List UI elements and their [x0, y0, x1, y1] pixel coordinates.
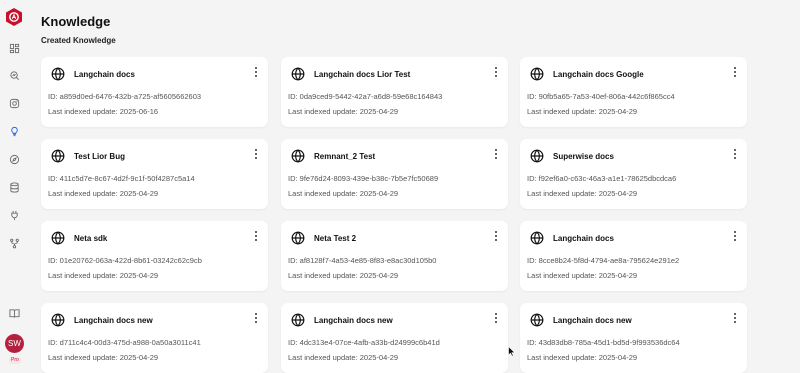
globe-icon	[530, 313, 544, 327]
last-indexed-update: Last indexed update: 2025-04-29	[288, 189, 399, 198]
avatar[interactable]: SW	[5, 334, 24, 353]
main-content: Knowledge Created Knowledge Langchain do…	[28, 0, 800, 373]
more-options-icon[interactable]	[493, 231, 499, 241]
book-icon[interactable]	[7, 306, 21, 320]
app-logo-icon[interactable]	[6, 8, 22, 26]
branch-icon[interactable]	[7, 236, 21, 250]
knowledge-name: Langchain docs new	[74, 316, 153, 325]
knowledge-id: ID: f92ef6a0-c63c-46a3-a1e1-78625dbcdca6	[527, 174, 677, 183]
globe-icon	[291, 231, 305, 245]
globe-icon	[530, 67, 544, 81]
knowledge-card[interactable]: Langchain docs new ID: 4dc313e4-07ce-4afb…	[281, 303, 508, 373]
globe-icon	[530, 231, 544, 245]
knowledge-name: Langchain docs	[74, 70, 135, 79]
plug-icon[interactable]	[7, 208, 21, 222]
last-indexed-update: Last indexed update: 2025-06-16	[48, 107, 159, 116]
knowledge-name: Neta sdk	[74, 234, 108, 243]
last-indexed-update: Last indexed update: 2025-04-29	[527, 271, 638, 280]
compass-icon[interactable]	[7, 152, 21, 166]
knowledge-name: Langchain docs	[553, 234, 614, 243]
knowledge-id: ID: 43d83db8-785a-45d1-bd5d-9f993536dc64	[527, 338, 680, 347]
last-indexed-update: Last indexed update: 2025-04-29	[288, 353, 399, 362]
knowledge-id: ID: af8128f7-4a53-4e85-8f83-e8ac30d105b0	[288, 256, 437, 265]
knowledge-name: Langchain docs Lior Test	[314, 70, 411, 79]
globe-icon	[51, 231, 65, 245]
mouse-cursor-icon	[508, 346, 516, 357]
last-indexed-update: Last indexed update: 2025-04-29	[527, 107, 638, 116]
last-indexed-update: Last indexed update: 2025-04-29	[527, 353, 638, 362]
plan-badge: Pro	[9, 357, 21, 364]
knowledge-card[interactable]: Langchain docs ID: a859d0ed-6476-432b-a72…	[41, 57, 268, 127]
knowledge-card[interactable]: Test Lior Bug ID: 411c5d7e-8c67-4d2f-9c1f…	[41, 139, 268, 209]
search-chart-icon[interactable]	[7, 68, 21, 82]
more-options-icon[interactable]	[732, 313, 738, 323]
lightbulb-icon[interactable]	[7, 124, 21, 138]
last-indexed-update: Last indexed update: 2025-04-29	[48, 189, 159, 198]
last-indexed-update: Last indexed update: 2025-04-29	[48, 353, 159, 362]
globe-icon	[530, 149, 544, 163]
knowledge-id: ID: 4dc313e4-07ce-4afb-a33b-d24999c6b41d	[288, 338, 440, 347]
last-indexed-update: Last indexed update: 2025-04-29	[527, 189, 638, 198]
knowledge-name: Superwise docs	[553, 152, 614, 161]
instagram-icon[interactable]	[7, 96, 21, 110]
globe-icon	[291, 149, 305, 163]
knowledge-name: Langchain docs Google	[553, 70, 644, 79]
knowledge-card[interactable]: Langchain docs Google ID: 90fb5a65-7a53-4…	[520, 57, 747, 127]
knowledge-id: ID: 411c5d7e-8c67-4d2f-9c1f-50f4287c5a14	[48, 174, 195, 183]
knowledge-id: ID: 01e20762-063a-422d-8b61-03242c62c9cb	[48, 256, 202, 265]
section-title: Created Knowledge	[41, 36, 116, 45]
globe-icon	[291, 313, 305, 327]
knowledge-name: Langchain docs new	[314, 316, 393, 325]
knowledge-card[interactable]: Superwise docs ID: f92ef6a0-c63c-46a3-a1e…	[520, 139, 747, 209]
last-indexed-update: Last indexed update: 2025-04-29	[288, 271, 399, 280]
knowledge-id: ID: 90fb5a65-7a53-40ef-806a-442c6f865cc4	[527, 92, 675, 101]
more-options-icon[interactable]	[493, 313, 499, 323]
more-options-icon[interactable]	[732, 149, 738, 159]
globe-icon	[291, 67, 305, 81]
knowledge-card[interactable]: Langchain docs new ID: d711c4c4-00d3-475d…	[41, 303, 268, 373]
knowledge-id: ID: 8cce8b24-5f8d-4794-ae8a-795624e291e2	[527, 256, 680, 265]
more-options-icon[interactable]	[253, 231, 259, 241]
knowledge-name: Neta Test 2	[314, 234, 357, 243]
knowledge-card[interactable]: Remnant_2 Test ID: 9fe76d24-8093-439e-b38…	[281, 139, 508, 209]
globe-icon	[51, 67, 65, 81]
sidebar: SW Pro	[0, 0, 28, 373]
globe-icon	[51, 149, 65, 163]
knowledge-id: ID: d711c4c4-00d3-475d-a988-0a50a3011c41	[48, 338, 201, 347]
last-indexed-update: Last indexed update: 2025-04-29	[48, 271, 159, 280]
globe-icon	[51, 313, 65, 327]
database-icon[interactable]	[7, 180, 21, 194]
knowledge-name: Langchain docs new	[553, 316, 632, 325]
knowledge-name: Test Lior Bug	[74, 152, 125, 161]
knowledge-id: ID: 0da9ced9-5442-42a7-a6d8-59e68c164843	[288, 92, 443, 101]
knowledge-card[interactable]: Langchain docs new ID: 43d83db8-785a-45d1…	[520, 303, 747, 373]
knowledge-card[interactable]: Neta sdk ID: 01e20762-063a-422d-8b61-0324…	[41, 221, 268, 291]
knowledge-card[interactable]: Langchain docs Lior Test ID: 0da9ced9-544…	[281, 57, 508, 127]
more-options-icon[interactable]	[732, 67, 738, 77]
more-options-icon[interactable]	[253, 313, 259, 323]
more-options-icon[interactable]	[732, 231, 738, 241]
knowledge-id: ID: 9fe76d24-8093-439e-b38c-7b5e7fc50689	[288, 174, 439, 183]
more-options-icon[interactable]	[493, 67, 499, 77]
dashboard-icon[interactable]	[7, 41, 21, 55]
knowledge-id: ID: a859d0ed-6476-432b-a725-af5605662603	[48, 92, 202, 101]
more-options-icon[interactable]	[493, 149, 499, 159]
last-indexed-update: Last indexed update: 2025-04-29	[288, 107, 399, 116]
knowledge-card[interactable]: Neta Test 2 ID: af8128f7-4a53-4e85-8f83-e…	[281, 221, 508, 291]
knowledge-card[interactable]: Langchain docs ID: 8cce8b24-5f8d-4794-ae8…	[520, 221, 747, 291]
more-options-icon[interactable]	[253, 149, 259, 159]
more-options-icon[interactable]	[253, 67, 259, 77]
page-title: Knowledge	[41, 14, 111, 29]
knowledge-name: Remnant_2 Test	[314, 152, 376, 161]
